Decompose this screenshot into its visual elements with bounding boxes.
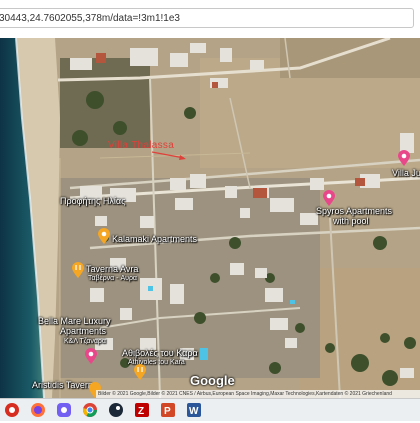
word-icon[interactable]: W	[186, 402, 202, 418]
taverna-avra-sub-label[interactable]: Ταβέρνα - Aυρα	[88, 275, 137, 283]
villa-ju-label[interactable]: Villa Ju	[392, 168, 420, 178]
bella-mare-label-2[interactable]: Apartments	[60, 326, 106, 336]
kalamaki-apartments-marker-icon[interactable]	[97, 228, 111, 244]
viber-icon[interactable]	[56, 402, 72, 418]
satellite-map[interactable]: Villa Thalassa Villa Ju Προφήτης Ηλίας S…	[0, 38, 420, 398]
firefox-icon[interactable]	[30, 402, 46, 418]
kara-small-label[interactable]: Κ&Λ Τζαναρα	[64, 338, 106, 346]
spyros-apartments-hotel-marker-icon[interactable]	[322, 190, 336, 206]
taverna-avra-food-marker-icon[interactable]	[71, 262, 85, 278]
profitis-ilias-label[interactable]: Προφήτης Ηλίας	[60, 196, 125, 206]
svg-text:Z: Z	[138, 406, 144, 417]
athivoles-label[interactable]: Αθιβολές του Καρα	[122, 348, 198, 358]
svg-text:P: P	[164, 406, 171, 417]
map-attribution: Bilder © 2021 Google,Bilder © 2021 CNES …	[96, 390, 420, 398]
start-icon[interactable]	[4, 402, 20, 418]
url-input[interactable]: 30443,24.7602055,378m/data=!3m1!1e3	[0, 8, 414, 28]
kalamaki-apartments-label[interactable]: Kalamaki Apartments	[112, 234, 197, 244]
svg-text:W: W	[189, 406, 199, 417]
windows-taskbar: Z P W	[0, 398, 420, 421]
steam-icon[interactable]	[108, 402, 124, 418]
browser-address-bar: 30443,24.7602055,378m/data=!3m1!1e3	[0, 0, 420, 39]
bella-mare-label-1[interactable]: Bella Mare Luxury	[38, 316, 111, 326]
athivoles-food-marker-icon[interactable]	[133, 364, 147, 380]
bella-mare-hotel-marker-icon[interactable]	[84, 348, 98, 364]
taverna-avra-label[interactable]: Taverna Avra	[86, 264, 138, 274]
aristidis-taverna-label[interactable]: Aristidis Tavern	[32, 380, 93, 390]
villa-ju-hotel-marker-icon[interactable]	[397, 150, 411, 166]
powerpoint-icon[interactable]: P	[160, 402, 176, 418]
filezilla-icon[interactable]: Z	[134, 402, 150, 418]
chrome-icon[interactable]	[82, 402, 98, 418]
google-logo: Google	[190, 373, 235, 388]
target-arrow-icon	[151, 151, 186, 160]
spyros-apartments-label-1[interactable]: Spyros Apartments	[316, 206, 392, 216]
spyros-apartments-label-2[interactable]: with pool	[333, 216, 369, 226]
